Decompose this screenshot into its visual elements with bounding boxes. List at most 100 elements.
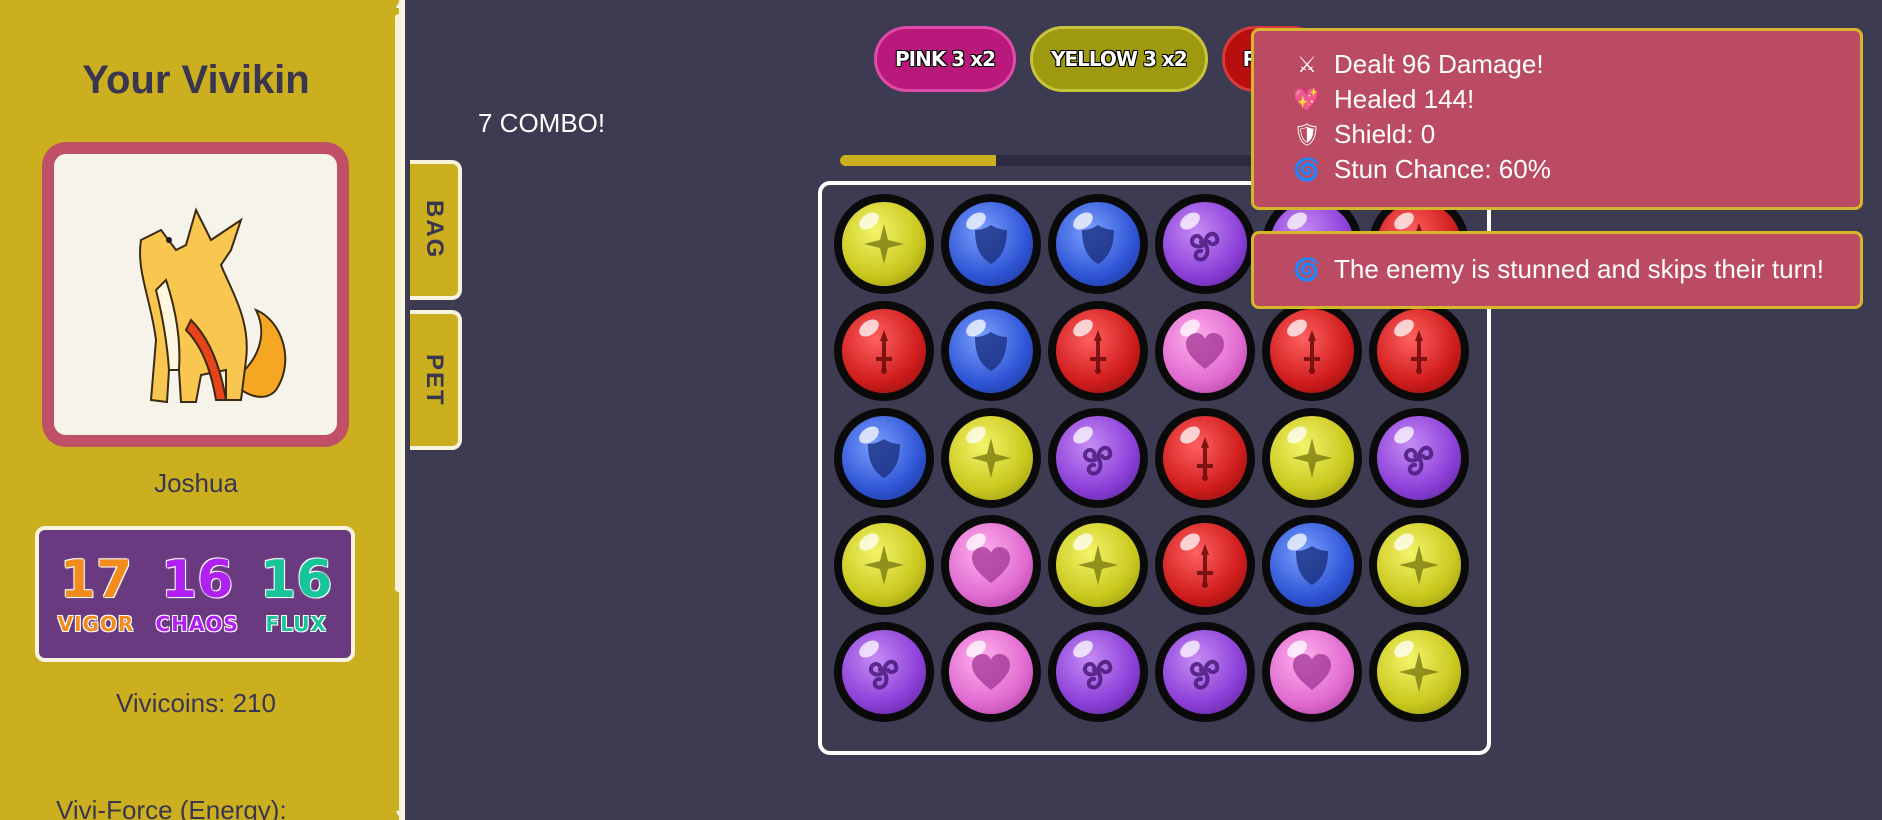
yellow-orb-face: [842, 202, 926, 286]
sword-icon: [1197, 544, 1213, 588]
battle-result-toast: ⚔ Dealt 96 Damage! 💖 Healed 144! 🛡 Shiel…: [1251, 28, 1863, 210]
red-orb-face: [1270, 309, 1354, 393]
match-pill-yellow: YELLOW 3 x2: [1030, 26, 1208, 92]
yellow-orb[interactable]: [834, 515, 934, 615]
vigor-label: VIGOR: [57, 612, 135, 636]
star-icon: [1078, 545, 1118, 585]
yellow-orb-face: [1377, 523, 1461, 607]
blue-orb-face: [842, 416, 926, 500]
purple-orb[interactable]: [834, 622, 934, 722]
yellow-orb[interactable]: [1048, 515, 1148, 615]
red-orb-face: [842, 309, 926, 393]
shield-icon: [1082, 225, 1114, 264]
spiral-icon: [1190, 231, 1220, 262]
red-orb[interactable]: [1155, 408, 1255, 508]
chaos-value: 16: [160, 550, 234, 610]
pet-name: Joshua: [154, 468, 238, 498]
red-orb[interactable]: [1369, 301, 1469, 401]
spiral-icon: [1190, 659, 1220, 690]
sparkling-heart-icon: 💖: [1293, 86, 1321, 112]
turn-progress-bar: [840, 155, 1300, 166]
combo-counter: 7 COMBO!: [478, 108, 606, 138]
fox-creature-icon: [138, 206, 286, 403]
purple-orb[interactable]: [1048, 408, 1148, 508]
tab-bag[interactable]: BAG: [410, 160, 462, 300]
pink-orb-face: [1163, 309, 1247, 393]
stat-chaos: 16 CHAOS: [156, 550, 239, 637]
star-icon: [1399, 545, 1439, 585]
purple-orb-face: [1056, 630, 1140, 714]
red-orb-face: [1163, 523, 1247, 607]
heart-icon: [1186, 333, 1224, 369]
red-orb[interactable]: [834, 301, 934, 401]
pink-orb[interactable]: [941, 622, 1041, 722]
heart-icon: [972, 547, 1010, 583]
sidebar-title: Your Vivikin: [82, 58, 310, 102]
blue-orb[interactable]: [834, 408, 934, 508]
energy-label: Vivi-Force (Energy):: [56, 795, 287, 820]
blue-orb[interactable]: [941, 194, 1041, 294]
scroll-thumb[interactable]: [395, 14, 399, 592]
purple-orb-face: [1056, 416, 1140, 500]
pink-orb[interactable]: [1262, 622, 1362, 722]
yellow-orb[interactable]: [834, 194, 934, 294]
scroll-up-icon[interactable]: ▲: [392, 0, 399, 10]
stat-vigor: 17 VIGOR: [57, 550, 135, 637]
cyclone-icon: 🌀: [1293, 256, 1321, 282]
sidebar-scrollbar[interactable]: ▲ ▼: [392, 0, 399, 820]
pink-orb[interactable]: [1155, 301, 1255, 401]
yellow-orb[interactable]: [941, 408, 1041, 508]
blue-orb[interactable]: [941, 301, 1041, 401]
blue-orb[interactable]: [1048, 194, 1148, 294]
purple-orb[interactable]: [1369, 408, 1469, 508]
shield-icon: [868, 439, 900, 478]
vivicoins-balance: Vivicoins: 210: [116, 688, 276, 718]
shield-line: 🛡 Shield: 0: [1254, 117, 1860, 152]
blue-orb-face: [949, 202, 1033, 286]
heart-icon: [1293, 654, 1331, 690]
red-orb[interactable]: [1048, 301, 1148, 401]
match-pill-pink: PINK 3 x2: [874, 26, 1016, 92]
pink-orb-face: [949, 630, 1033, 714]
stun-text: The enemy is stunned and skips their tur…: [1334, 254, 1824, 284]
stun-line: 🌀 The enemy is stunned and skips their t…: [1254, 252, 1860, 287]
star-icon: [1399, 652, 1439, 692]
tab-pet[interactable]: PET: [410, 310, 462, 450]
yellow-orb-face: [1270, 416, 1354, 500]
purple-orb-face: [1163, 202, 1247, 286]
sword-icon: [1090, 330, 1106, 374]
blue-orb[interactable]: [1262, 515, 1362, 615]
yellow-orb[interactable]: [1262, 408, 1362, 508]
crossed-swords-icon: ⚔: [1297, 51, 1317, 77]
yellow-orb[interactable]: [1369, 515, 1469, 615]
shield-icon: [975, 225, 1007, 264]
red-orb-face: [1056, 309, 1140, 393]
vigor-value: 17: [59, 550, 133, 610]
stats-panel: 17 VIGOR 16 CHAOS 16 FLUX: [35, 526, 355, 662]
flux-label: FLUX: [265, 612, 327, 636]
stat-flux: 16 FLUX: [260, 552, 333, 637]
heal-line: 💖 Healed 144!: [1254, 82, 1860, 117]
scroll-down-icon[interactable]: ▼: [392, 808, 399, 818]
purple-orb[interactable]: [1048, 622, 1148, 722]
shield-icon: [975, 332, 1007, 371]
sword-icon: [1304, 330, 1320, 374]
damage-text: Dealt 96 Damage!: [1334, 49, 1544, 79]
pet-portrait-frame: [42, 142, 349, 447]
heart-icon: [972, 654, 1010, 690]
stun-chance-line: 🌀 Stun Chance: 60%: [1254, 152, 1860, 187]
star-icon: [864, 545, 904, 585]
pink-orb[interactable]: [941, 515, 1041, 615]
purple-orb[interactable]: [1155, 622, 1255, 722]
yellow-orb[interactable]: [1369, 622, 1469, 722]
red-orb-face: [1377, 309, 1461, 393]
shield-icon: [1296, 546, 1328, 585]
red-orb[interactable]: [1262, 301, 1362, 401]
sword-icon: [1197, 437, 1213, 481]
stun-toast: 🌀 The enemy is stunned and skips their t…: [1251, 231, 1863, 309]
purple-orb-face: [842, 630, 926, 714]
purple-orb[interactable]: [1155, 194, 1255, 294]
sword-icon: [876, 330, 892, 374]
stun-chance-text: Stun Chance: 60%: [1334, 154, 1551, 184]
red-orb[interactable]: [1155, 515, 1255, 615]
